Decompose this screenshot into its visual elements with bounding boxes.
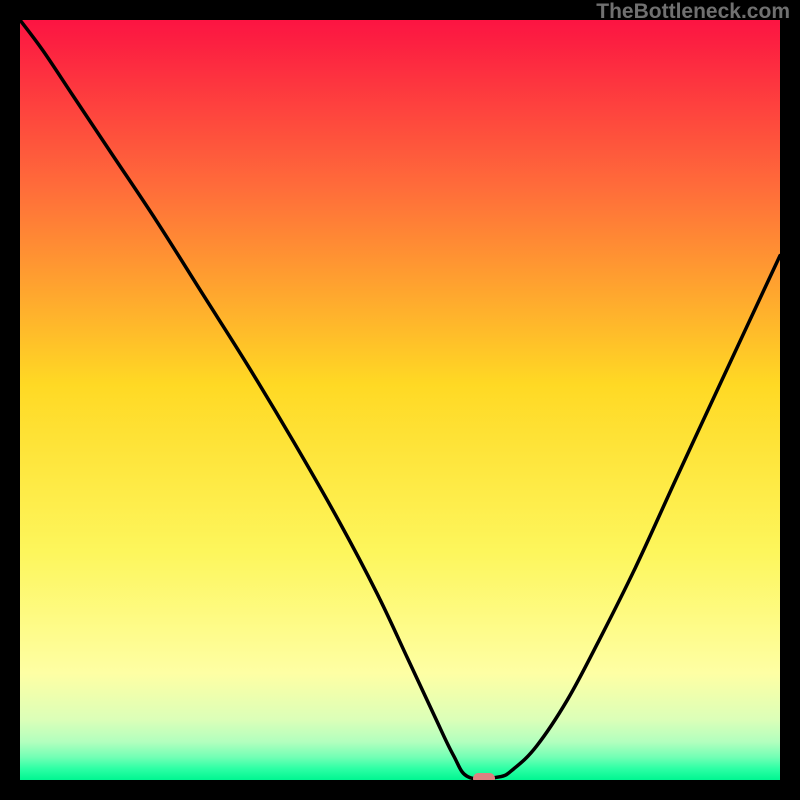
plot-area <box>20 20 780 780</box>
dip-marker <box>473 773 495 780</box>
watermark-text: TheBottleneck.com <box>596 0 790 24</box>
bottleneck-curve <box>20 20 780 780</box>
figure-container: TheBottleneck.com <box>0 0 800 800</box>
